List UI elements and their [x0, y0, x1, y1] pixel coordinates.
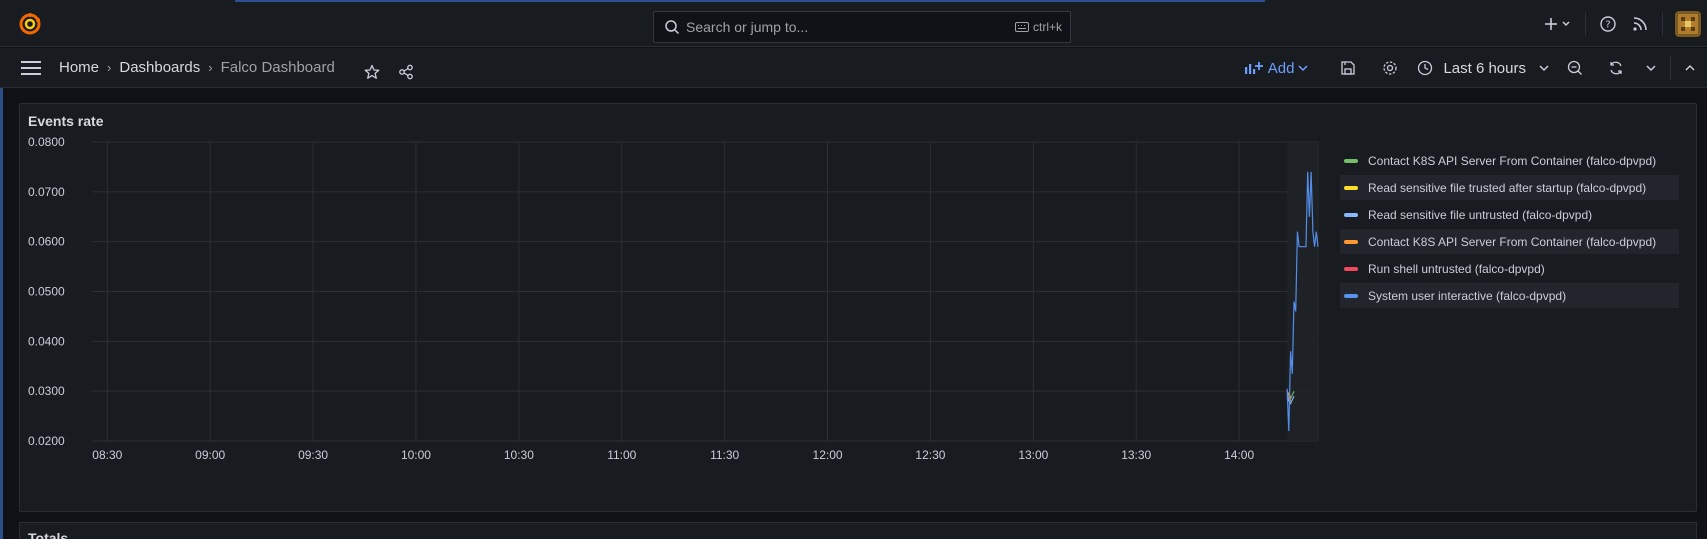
- y-tick-label: 0.0800: [28, 135, 65, 149]
- panel-title: Totals: [28, 530, 69, 539]
- search-bar[interactable]: ctrl+k: [653, 11, 1071, 43]
- x-tick-label: 13:00: [1018, 448, 1048, 462]
- x-tick-label: 11:00: [607, 448, 636, 462]
- clock-icon: [1418, 60, 1433, 76]
- x-tick-label: 08:30: [92, 448, 122, 462]
- save-icon: [1341, 61, 1356, 75]
- dashboard-controls: Add Last 6 hours: [1244, 52, 1707, 84]
- add-panel-icon: [1244, 62, 1263, 74]
- y-tick-label: 0.0500: [28, 285, 65, 299]
- avatar-icon: [1678, 13, 1698, 34]
- top-navbar: ctrl+k ?: [0, 0, 1707, 47]
- time-range-label: Last 6 hours: [1443, 59, 1526, 77]
- news-button[interactable]: [1624, 8, 1656, 40]
- star-icon: [364, 64, 380, 79]
- x-tick-label: 13:30: [1121, 448, 1151, 462]
- legend-label: Run shell untrusted (falco-dpvpd): [1368, 261, 1545, 276]
- y-tick-label: 0.0300: [28, 384, 65, 398]
- refresh-icon: [1610, 61, 1622, 75]
- divider: [1585, 11, 1586, 36]
- shortcut-label: ctrl+k: [1032, 20, 1062, 34]
- grafana-logo-icon[interactable]: [18, 12, 42, 36]
- plus-dropdown-icon: [1545, 17, 1570, 30]
- legend-swatch: [1344, 266, 1358, 271]
- legend-swatch: [1344, 239, 1358, 244]
- svg-text:?: ?: [1605, 19, 1610, 30]
- chevron-up-icon: [1685, 64, 1695, 71]
- legend-label: Read sensitive file untrusted (falco-dpv…: [1368, 207, 1593, 222]
- loading-bar: [235, 0, 1265, 2]
- breadcrumb-current: Falco Dashboard: [220, 59, 335, 76]
- totals-panel[interactable]: Totals: [19, 522, 1697, 539]
- legend-item[interactable]: Read sensitive file untrusted (falco-dpv…: [1340, 202, 1679, 227]
- chevron-down-icon: [1539, 65, 1549, 72]
- search-icon: [665, 20, 680, 35]
- add-label: Add: [1267, 59, 1295, 77]
- legend-label: Contact K8S API Server From Container (f…: [1368, 153, 1657, 168]
- breadcrumb-home[interactable]: Home: [59, 59, 99, 76]
- x-tick-label: 10:00: [401, 448, 431, 462]
- star-button[interactable]: [356, 56, 388, 88]
- legend-item[interactable]: Read sensitive file trusted after startu…: [1340, 175, 1679, 200]
- menu-icon[interactable]: [20, 58, 42, 78]
- save-dashboard-button[interactable]: [1327, 52, 1369, 84]
- rss-icon: [1633, 16, 1647, 31]
- dashboard-title-actions: [356, 56, 422, 88]
- refresh-interval-dropdown[interactable]: [1638, 52, 1664, 84]
- refresh-button[interactable]: [1594, 52, 1638, 84]
- breadcrumb-dashboards[interactable]: Dashboards: [119, 59, 200, 76]
- dashboard-toolbar: Home › Dashboards › Falco Dashboard Add …: [0, 48, 1707, 88]
- x-tick-label: 14:00: [1224, 448, 1254, 462]
- legend-item[interactable]: Contact K8S API Server From Container (f…: [1340, 229, 1679, 254]
- legend-swatch: [1344, 293, 1358, 298]
- add-button[interactable]: Add: [1244, 59, 1310, 77]
- user-avatar[interactable]: [1675, 10, 1701, 37]
- y-tick-label: 0.0200: [28, 434, 65, 448]
- keyboard-icon: [1014, 22, 1029, 32]
- scroll-edge: [0, 88, 3, 539]
- topbar-actions: ?: [1539, 0, 1707, 47]
- x-tick-label: 10:30: [504, 448, 534, 462]
- legend-swatch: [1344, 212, 1358, 217]
- legend-label: Contact K8S API Server From Container (f…: [1368, 234, 1657, 249]
- search-input[interactable]: [686, 19, 986, 35]
- legend-label: Read sensitive file trusted after startu…: [1368, 180, 1647, 195]
- chart-legend: Contact K8S API Server From Container (f…: [1340, 148, 1679, 310]
- legend-swatch: [1344, 158, 1358, 163]
- x-tick-label: 11:30: [710, 448, 739, 462]
- y-tick-label: 0.0600: [28, 235, 65, 249]
- y-tick-label: 0.0400: [28, 334, 65, 348]
- time-range-picker[interactable]: Last 6 hours: [1417, 60, 1550, 77]
- help-icon: ?: [1600, 15, 1616, 32]
- x-tick-label: 09:00: [195, 448, 225, 462]
- chevron-down-icon: [1646, 65, 1656, 72]
- chevron-right-icon: ›: [107, 60, 112, 75]
- legend-swatch: [1344, 185, 1358, 190]
- divider: [1670, 56, 1671, 80]
- chevron-down-icon: [1298, 65, 1308, 72]
- events-rate-chart[interactable]: 0.0800 0.0700 0.0600 0.0500 0.0400 0.0300 0.02…: [20, 104, 1340, 513]
- legend-item[interactable]: Contact K8S API Server From Container (f…: [1340, 148, 1679, 173]
- x-tick-label: 12:00: [813, 448, 843, 462]
- search-shortcut: ctrl+k: [1014, 20, 1062, 34]
- zoom-out-button[interactable]: [1556, 52, 1594, 84]
- legend-label: System user interactive (falco-dpvpd): [1368, 288, 1567, 303]
- x-tick-label: 09:30: [298, 448, 328, 462]
- share-icon: [399, 64, 413, 80]
- gear-icon: [1383, 61, 1398, 75]
- new-menu-button[interactable]: [1539, 8, 1579, 40]
- dashboard-settings-button[interactable]: [1369, 52, 1411, 84]
- zoom-out-icon: [1567, 60, 1582, 75]
- share-button[interactable]: [390, 56, 422, 88]
- legend-item[interactable]: System user interactive (falco-dpvpd): [1340, 283, 1679, 308]
- divider: [1662, 11, 1663, 36]
- help-button[interactable]: ?: [1592, 8, 1624, 40]
- y-tick-label: 0.0700: [28, 185, 65, 199]
- collapse-toolbar-button[interactable]: [1677, 52, 1703, 84]
- chevron-right-icon: ›: [208, 60, 213, 75]
- x-tick-label: 12:30: [915, 448, 945, 462]
- legend-item[interactable]: Run shell untrusted (falco-dpvpd): [1340, 256, 1679, 281]
- events-rate-panel[interactable]: Events rate 0.0800 0.0700 0.0600 0.0500 0.04…: [19, 103, 1697, 512]
- breadcrumb: Home › Dashboards › Falco Dashboard: [59, 59, 335, 76]
